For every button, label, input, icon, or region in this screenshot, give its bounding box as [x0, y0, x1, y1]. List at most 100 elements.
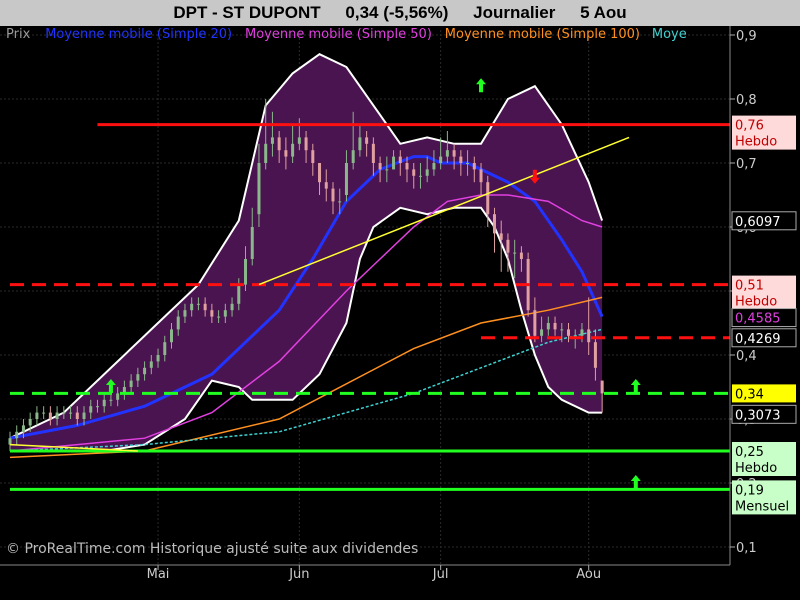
bollinger-bands [9, 53, 604, 452]
candle-body [418, 175, 422, 177]
candle-body [163, 342, 167, 355]
legend-entry: Moyenne mobile (Simple 100) [445, 27, 640, 42]
candle-body [593, 342, 597, 368]
arrow-up-icon [476, 78, 487, 93]
price-tag-period: Hebdo [735, 135, 777, 150]
candle-body [190, 303, 194, 311]
candle-body [210, 310, 214, 317]
price-tag-period: Mensuel [735, 499, 789, 514]
candle-body [344, 163, 348, 195]
candle-body [459, 156, 463, 163]
candle-body [277, 137, 281, 151]
candle-body [304, 137, 308, 151]
copyright-text: © ProRealTime.com Historique ajusté suit… [6, 541, 418, 557]
legend-entry: Moye [652, 27, 687, 42]
time-axis: Mai Jun Jul Aou [0, 564, 730, 582]
candle-body [183, 310, 187, 317]
candle-body [425, 169, 429, 176]
candle-body [567, 329, 571, 336]
candle-body [412, 169, 416, 176]
candle-body [540, 329, 544, 336]
bollinger-fill [10, 54, 603, 451]
candle-body [546, 323, 550, 330]
candle-body [600, 380, 604, 394]
legend-entry: Moyenne mobile (Simple 20) [45, 27, 232, 42]
candle-body [466, 163, 470, 164]
candle-body [492, 214, 496, 234]
candle-body [486, 182, 490, 215]
y-tick-label: 0,9 [736, 29, 757, 44]
candle-body [129, 380, 133, 387]
candle-body [42, 412, 46, 414]
candle-body [297, 137, 301, 144]
y-tick-label: 0,1 [736, 541, 757, 556]
candle-body [8, 438, 12, 445]
price-tag-value: 0,6097 [735, 215, 781, 230]
candle-body [472, 163, 476, 170]
candle-body [499, 233, 503, 240]
candle-body [365, 137, 369, 144]
price-chart[interactable]: 0,10,20,30,40,50,60,70,80,9 MaiJunJulAou… [0, 0, 800, 600]
candle-body [358, 137, 362, 151]
x-tick-label: Mai [147, 567, 170, 582]
candle-body [176, 316, 180, 330]
price-tag-value: 0,4269 [735, 332, 781, 347]
price-tag-value: 0,4585 [735, 312, 781, 327]
price-tag-period: Hebdo [735, 295, 777, 310]
x-tick-label: Jun [288, 567, 309, 582]
candle-body [264, 143, 268, 163]
candle-body [109, 399, 113, 401]
price-tag-value: 0,19 [735, 483, 764, 498]
candle-body [560, 329, 564, 331]
candle-body [237, 284, 241, 304]
candle-body [445, 150, 449, 157]
candle-body [28, 419, 32, 426]
candle-body [89, 406, 93, 413]
candle-body [149, 361, 153, 368]
candle-body [405, 163, 409, 170]
candle-body [392, 156, 396, 170]
candle-body [15, 431, 19, 439]
candle-body [338, 201, 342, 203]
candle-body [55, 412, 59, 419]
candle-body [102, 399, 106, 407]
candle-body [479, 169, 483, 183]
price-tag-value: 0,34 [735, 387, 764, 402]
candle-body [196, 303, 200, 305]
candle-body [371, 143, 375, 163]
price-tags: 0,76Hebdo0,60970,51Hebdo0,45850,42690,34… [731, 115, 797, 515]
y-tick-label: 0,4 [736, 349, 757, 364]
candle-body [318, 163, 322, 183]
candle-body [324, 182, 328, 189]
candle-body [311, 150, 315, 163]
arrow-up-icon [630, 475, 641, 489]
candle-body [385, 169, 389, 171]
price-tag-value: 0,25 [735, 445, 764, 460]
candle-body [533, 310, 537, 336]
price-tag-value: 0,51 [735, 279, 764, 294]
candle-body [230, 303, 234, 311]
candle-body [203, 303, 207, 311]
candle-body [506, 239, 510, 253]
candle-body [270, 137, 274, 144]
candle-body [331, 188, 335, 202]
x-tick-label: Jul [432, 567, 449, 582]
x-tick-label: Aou [576, 567, 601, 582]
candle-body [69, 412, 73, 414]
candle-body [169, 329, 173, 343]
candle-body [75, 412, 79, 419]
candle-body [452, 150, 456, 157]
legend-entry: Moyenne mobile (Simple 50) [245, 27, 432, 42]
candle-body [82, 412, 86, 419]
candle-body [143, 367, 147, 375]
candle-body [291, 143, 295, 157]
price-tag-value: 0,76 [735, 119, 764, 134]
candle-body [62, 412, 66, 414]
candle-body [257, 163, 261, 215]
candle-body [378, 163, 382, 170]
candle-body [513, 252, 517, 254]
candle-body [580, 329, 584, 336]
candle-body [432, 163, 436, 170]
candle-body [217, 316, 221, 318]
candle-body [398, 156, 402, 163]
